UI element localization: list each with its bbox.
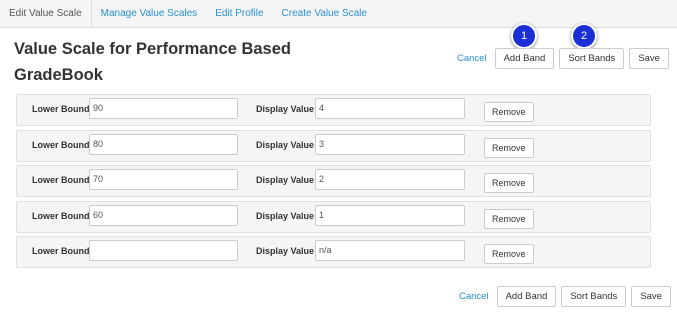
- lower-bound-input[interactable]: [89, 240, 238, 261]
- display-value-label: Display Value: [256, 104, 315, 114]
- band-row: Lower Bound 80 Display Value 3 Remove: [16, 129, 651, 162]
- add-band-button[interactable]: Add Band: [494, 48, 555, 69]
- lower-bound-label: Lower Bound: [32, 210, 90, 221]
- tab-bar: Edit Value Scale Manage Value Scales Edi…: [0, 0, 677, 28]
- display-value-label: Display Value: [256, 175, 315, 185]
- sort-bands-button[interactable]: Sort Bands: [559, 48, 625, 69]
- add-band-button[interactable]: Add Band: [496, 286, 557, 307]
- display-value-input[interactable]: n/a: [315, 240, 465, 261]
- remove-band-button[interactable]: Remove: [484, 102, 534, 122]
- cancel-link[interactable]: Cancel: [459, 291, 489, 302]
- band-row: Lower Bound 70 Display Value 2 Remove: [16, 165, 651, 197]
- lower-bound-input[interactable]: 80: [89, 133, 238, 155]
- tab-edit-profile[interactable]: Edit Profile: [206, 0, 272, 27]
- lower-bound-input[interactable]: 60: [89, 204, 238, 226]
- sort-bands-button[interactable]: Sort Bands: [561, 286, 627, 307]
- display-value-input[interactable]: 2: [315, 169, 465, 190]
- lower-bound-label: Lower Bound: [32, 246, 90, 256]
- band-row: Lower Bound 60 Display Value 1 Remove: [16, 200, 651, 233]
- step-badge-2: 2: [571, 23, 597, 49]
- display-value-input[interactable]: 4: [315, 98, 465, 119]
- remove-band-button[interactable]: Remove: [484, 137, 534, 158]
- tab-edit-value-scale[interactable]: Edit Value Scale: [0, 0, 92, 27]
- bands-list: Lower Bound 90 Display Value 4 Remove Lo…: [16, 94, 651, 272]
- display-value-label: Display Value: [256, 210, 315, 221]
- remove-band-button[interactable]: Remove: [484, 244, 534, 264]
- band-row: Lower Bound 90 Display Value 4 Remove: [16, 94, 651, 126]
- bottom-action-bar: Cancel Add Band Sort Bands Save: [459, 286, 671, 307]
- cancel-link[interactable]: Cancel: [457, 53, 487, 64]
- lower-bound-label: Lower Bound: [32, 139, 90, 150]
- lower-bound-input[interactable]: 70: [89, 169, 238, 190]
- display-value-label: Display Value: [256, 246, 315, 256]
- lower-bound-label: Lower Bound: [32, 104, 90, 114]
- value-scale-page: Edit Value Scale Manage Value Scales Edi…: [0, 0, 677, 329]
- display-value-input[interactable]: 3: [315, 133, 465, 155]
- display-value-label: Display Value: [256, 139, 315, 150]
- lower-bound-input[interactable]: 90: [89, 98, 238, 119]
- remove-band-button[interactable]: Remove: [484, 173, 534, 193]
- tab-create-value-scale[interactable]: Create Value Scale: [273, 0, 376, 27]
- save-button[interactable]: Save: [631, 286, 671, 307]
- display-value-input[interactable]: 1: [315, 204, 465, 226]
- top-action-bar: Cancel Add Band Sort Bands Save: [457, 48, 669, 69]
- step-badge-1: 1: [511, 23, 537, 49]
- lower-bound-label: Lower Bound: [32, 175, 90, 185]
- page-title: Value Scale for Performance Based GradeB…: [14, 40, 291, 84]
- save-button[interactable]: Save: [629, 48, 669, 69]
- band-row: Lower Bound Display Value n/a Remove: [16, 236, 651, 268]
- tab-manage-value-scales[interactable]: Manage Value Scales: [92, 0, 207, 27]
- remove-band-button[interactable]: Remove: [484, 208, 534, 229]
